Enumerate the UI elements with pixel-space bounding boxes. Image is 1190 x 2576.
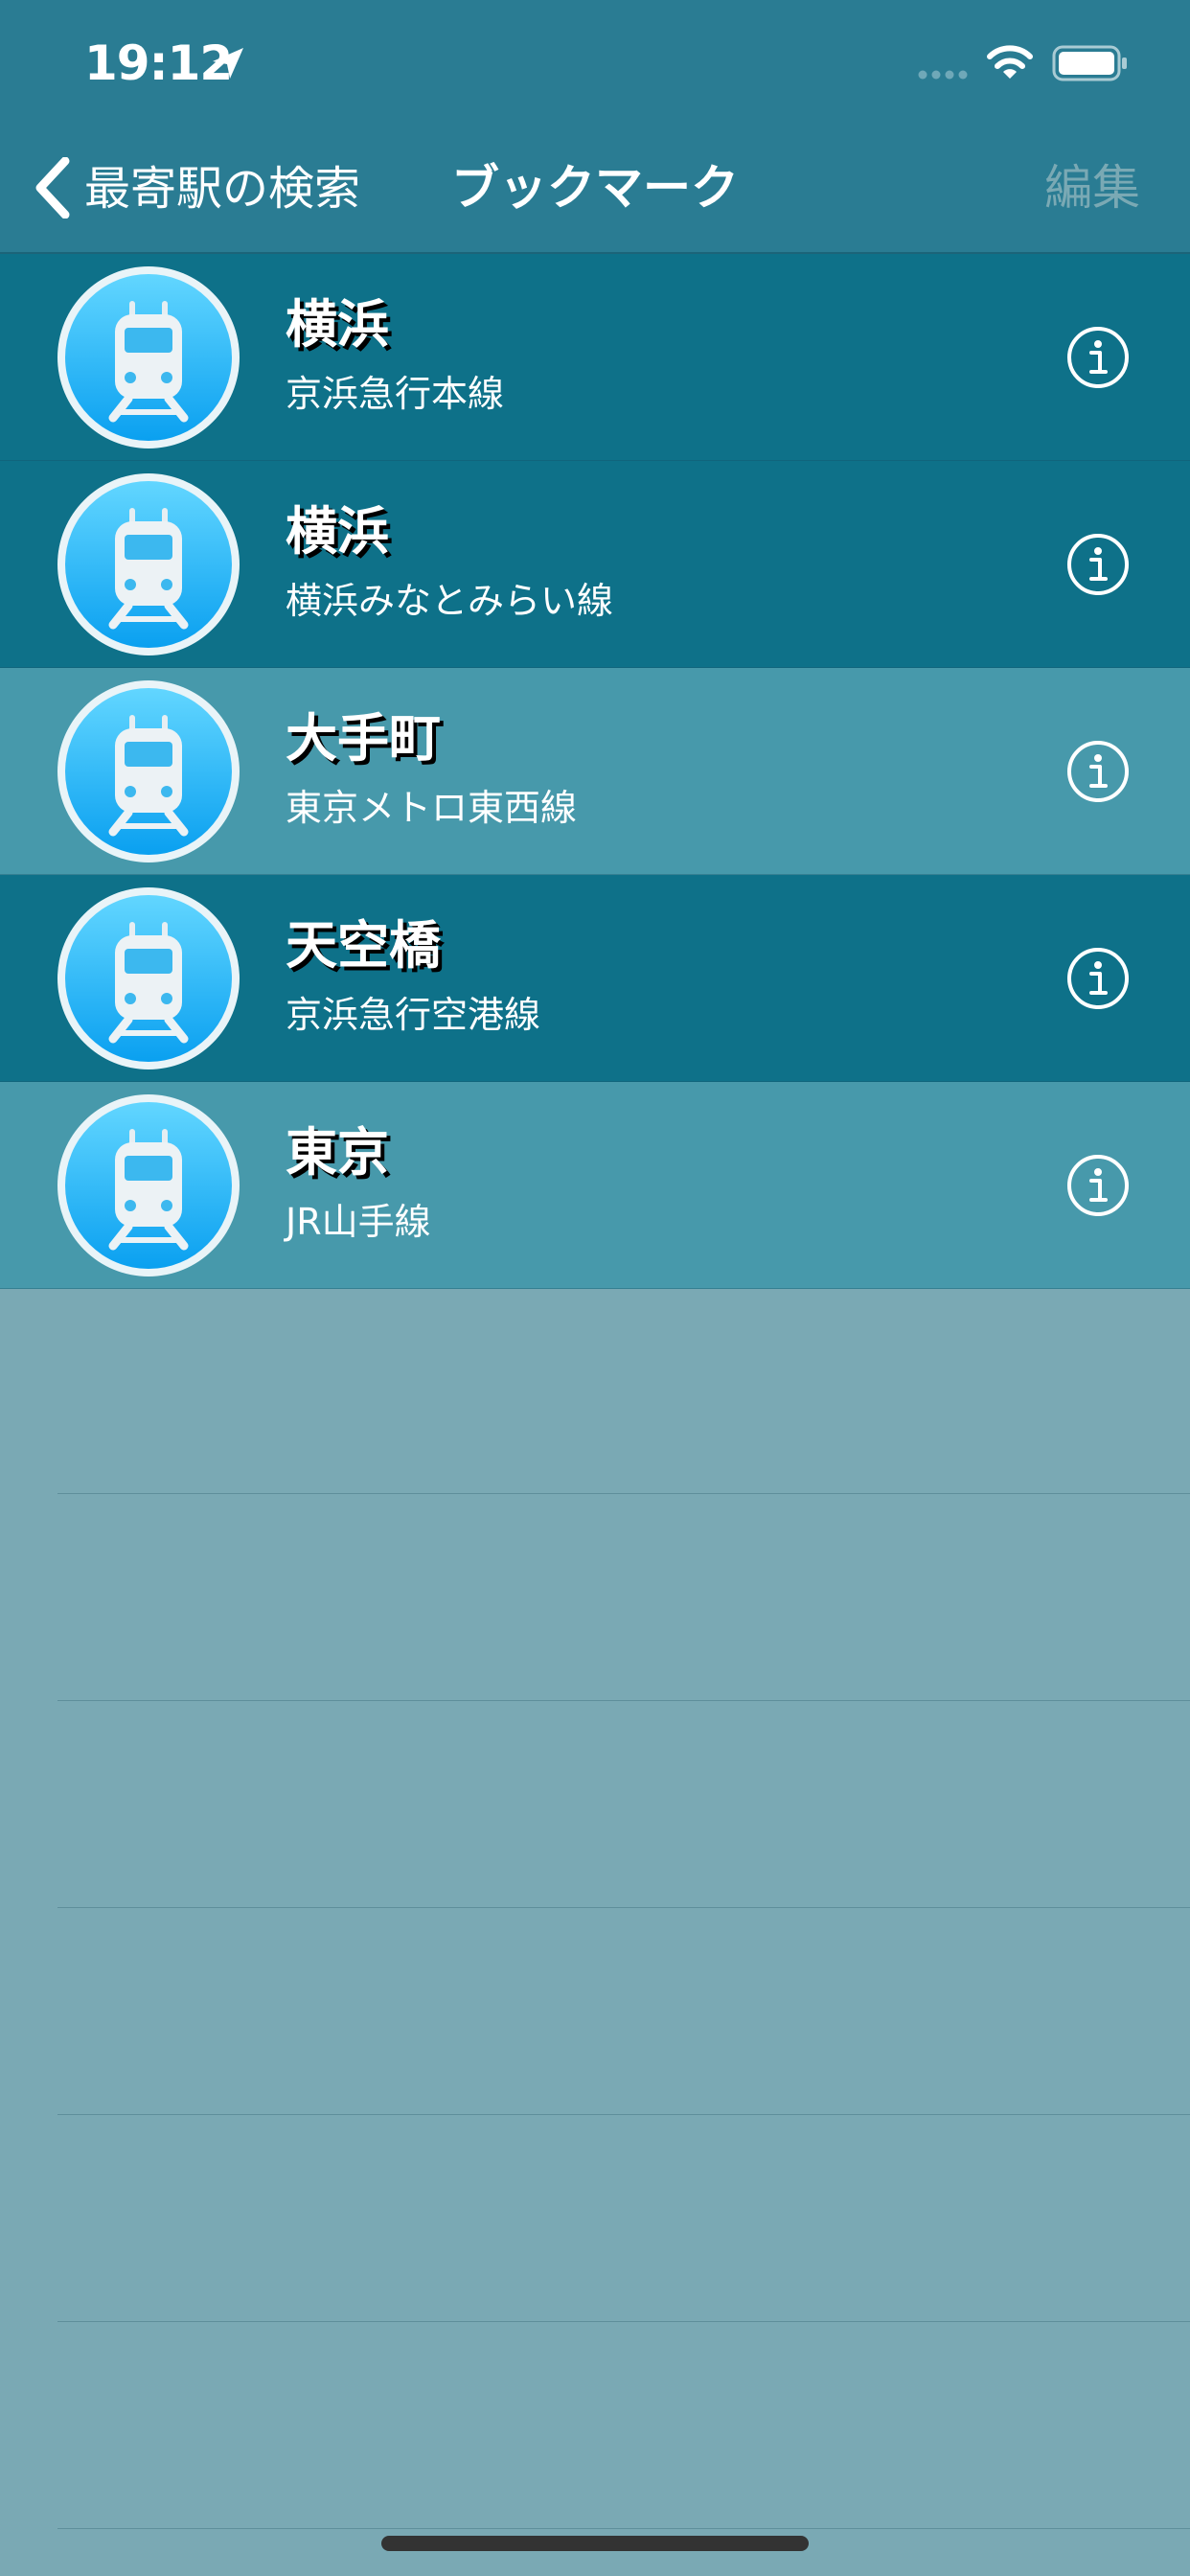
station-name: 東京 (286, 1122, 389, 1183)
chevron-left-icon (35, 157, 70, 218)
back-button[interactable]: 最寄駅の検索 (33, 153, 378, 224)
line-name: 京浜急行空港線 (286, 994, 541, 1036)
row-separator (57, 1700, 1190, 1701)
train-icon (57, 473, 240, 656)
wifi-icon (987, 45, 1033, 79)
row-separator (57, 1493, 1190, 1494)
line-name: 京浜急行本線 (286, 373, 505, 415)
row-separator (57, 2114, 1190, 2115)
train-icon (57, 266, 240, 448)
train-icon (57, 1094, 240, 1276)
info-icon[interactable] (1065, 325, 1131, 390)
info-icon[interactable] (1065, 532, 1131, 597)
row-separator (57, 2321, 1190, 2322)
bookmark-row[interactable]: 大手町東京メトロ東西線 (0, 668, 1190, 875)
line-name: 横浜みなとみらい線 (286, 580, 614, 622)
station-name: 横浜 (286, 501, 389, 562)
info-icon[interactable] (1065, 946, 1131, 1011)
bookmark-row[interactable]: 東京 JR山手線 (0, 1082, 1190, 1289)
bookmark-list: 横浜 京浜急行本線 横浜 横浜みなとみらい線 大手町 東京メトロ東西線 天空橋 京浜急行空港線… (0, 254, 1190, 1289)
navigation-header: 19:12 最寄駅の検索 ブックマーク 編集 (0, 0, 1190, 253)
row-separator (57, 1907, 1190, 1908)
bookmark-row[interactable]: 天空橋京浜急行空港線 (0, 875, 1190, 1082)
bookmark-row[interactable]: 横浜横浜みなとみらい線 (0, 461, 1190, 668)
cellular-signal-icon (918, 70, 968, 80)
edit-button[interactable]: 編集 (1016, 151, 1140, 224)
battery-icon (1052, 45, 1127, 81)
info-icon[interactable] (1065, 1153, 1131, 1218)
station-name: 大手町 (286, 708, 441, 769)
back-button-label: 最寄駅の検索 (84, 162, 361, 216)
station-name: 横浜 (286, 294, 389, 355)
line-name: JR山手線 (286, 1201, 431, 1243)
home-indicator[interactable] (381, 2536, 809, 2551)
station-name: 天空橋 (286, 915, 441, 976)
info-icon[interactable] (1065, 739, 1131, 804)
line-name: 東京メトロ東西線 (286, 787, 578, 829)
row-separator (57, 2528, 1190, 2529)
train-icon (57, 887, 240, 1070)
location-arrow-icon (213, 48, 243, 79)
page-title: ブックマーク (451, 160, 739, 216)
train-icon (57, 680, 240, 862)
bookmark-row[interactable]: 横浜 京浜急行本線 (0, 254, 1190, 461)
